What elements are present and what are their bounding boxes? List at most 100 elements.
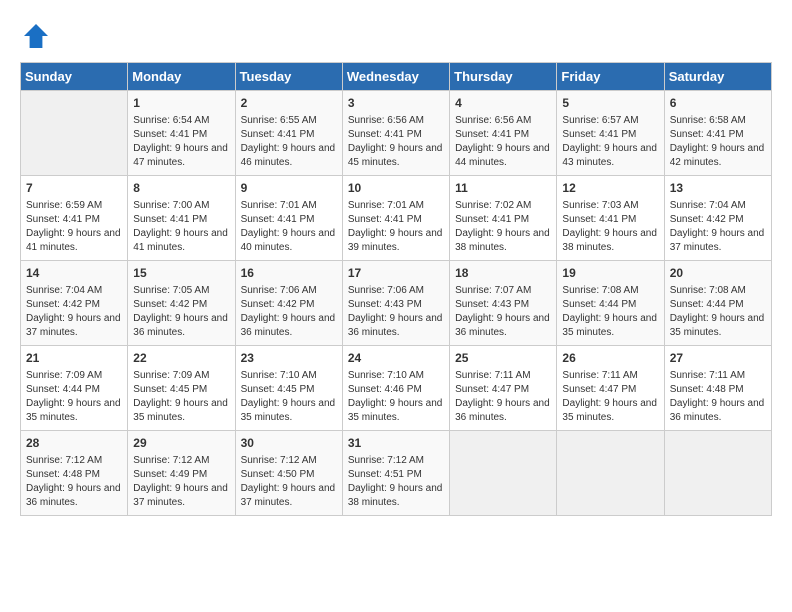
- day-info: Sunrise: 7:08 AM Sunset: 4:44 PM Dayligh…: [562, 284, 658, 340]
- day-number: 24: [348, 350, 444, 367]
- day-number: 23: [241, 350, 337, 367]
- day-info: Sunrise: 6:57 AM Sunset: 4:41 PM Dayligh…: [562, 114, 658, 170]
- day-info: Sunrise: 6:56 AM Sunset: 4:41 PM Dayligh…: [348, 114, 444, 170]
- calendar-cell: 6 Sunrise: 6:58 AM Sunset: 4:41 PM Daylig…: [664, 91, 771, 176]
- calendar-week-row: 14 Sunrise: 7:04 AM Sunset: 4:42 PM Dayli…: [21, 261, 772, 346]
- day-info: Sunrise: 7:04 AM Sunset: 4:42 PM Dayligh…: [26, 284, 122, 340]
- day-info: Sunrise: 7:01 AM Sunset: 4:41 PM Dayligh…: [241, 199, 337, 255]
- calendar-body: 1Sunrise: 6:54 AM Sunset: 4:41 PM Daylig…: [21, 91, 772, 516]
- weekday-header: Sunday: [21, 63, 128, 91]
- logo-icon: [20, 20, 52, 52]
- calendar-cell: 27 Sunrise: 7:11 AM Sunset: 4:48 PM Dayli…: [664, 346, 771, 431]
- calendar-cell: 19 Sunrise: 7:08 AM Sunset: 4:44 PM Dayli…: [557, 261, 664, 346]
- day-number: 19: [562, 265, 658, 282]
- calendar-cell: 5 Sunrise: 6:57 AM Sunset: 4:41 PM Daylig…: [557, 91, 664, 176]
- weekday-header: Thursday: [450, 63, 557, 91]
- day-info: Sunrise: 7:05 AM Sunset: 4:42 PM Dayligh…: [133, 284, 229, 340]
- calendar-cell: 26Sunrise: 7:11 AM Sunset: 4:47 PM Dayli…: [557, 346, 664, 431]
- calendar-cell: 18 Sunrise: 7:07 AM Sunset: 4:43 PM Dayli…: [450, 261, 557, 346]
- day-number: 16: [241, 265, 337, 282]
- day-number: 22: [133, 350, 229, 367]
- day-info: Sunrise: 7:00 AM Sunset: 4:41 PM Dayligh…: [133, 199, 229, 255]
- calendar-week-row: 7 Sunrise: 6:59 AM Sunset: 4:41 PM Daylig…: [21, 176, 772, 261]
- calendar-cell: [664, 431, 771, 516]
- calendar-cell: [21, 91, 128, 176]
- calendar-week-row: 1Sunrise: 6:54 AM Sunset: 4:41 PM Daylig…: [21, 91, 772, 176]
- calendar-cell: 3Sunrise: 6:56 AM Sunset: 4:41 PM Daylig…: [342, 91, 449, 176]
- day-info: Sunrise: 6:55 AM Sunset: 4:41 PM Dayligh…: [241, 114, 337, 170]
- calendar-cell: 20 Sunrise: 7:08 AM Sunset: 4:44 PM Dayli…: [664, 261, 771, 346]
- calendar-cell: 28 Sunrise: 7:12 AM Sunset: 4:48 PM Dayli…: [21, 431, 128, 516]
- day-info: Sunrise: 7:03 AM Sunset: 4:41 PM Dayligh…: [562, 199, 658, 255]
- calendar-cell: 11 Sunrise: 7:02 AM Sunset: 4:41 PM Dayli…: [450, 176, 557, 261]
- day-info: Sunrise: 7:06 AM Sunset: 4:42 PM Dayligh…: [241, 284, 337, 340]
- day-info: Sunrise: 7:01 AM Sunset: 4:41 PM Dayligh…: [348, 199, 444, 255]
- day-number: 2: [241, 95, 337, 112]
- logo: [20, 20, 56, 52]
- calendar-cell: 25Sunrise: 7:11 AM Sunset: 4:47 PM Dayli…: [450, 346, 557, 431]
- day-number: 27: [670, 350, 766, 367]
- day-info: Sunrise: 7:12 AM Sunset: 4:48 PM Dayligh…: [26, 454, 122, 510]
- day-number: 10: [348, 180, 444, 197]
- day-info: Sunrise: 7:08 AM Sunset: 4:44 PM Dayligh…: [670, 284, 766, 340]
- day-info: Sunrise: 7:10 AM Sunset: 4:45 PM Dayligh…: [241, 369, 337, 425]
- calendar-cell: [557, 431, 664, 516]
- day-number: 14: [26, 265, 122, 282]
- calendar-cell: 4 Sunrise: 6:56 AM Sunset: 4:41 PM Daylig…: [450, 91, 557, 176]
- day-info: Sunrise: 7:02 AM Sunset: 4:41 PM Dayligh…: [455, 199, 551, 255]
- calendar-cell: 24Sunrise: 7:10 AM Sunset: 4:46 PM Dayli…: [342, 346, 449, 431]
- day-info: Sunrise: 7:11 AM Sunset: 4:48 PM Dayligh…: [670, 369, 766, 425]
- day-number: 4: [455, 95, 551, 112]
- weekday-header: Monday: [128, 63, 235, 91]
- calendar-cell: 17Sunrise: 7:06 AM Sunset: 4:43 PM Dayli…: [342, 261, 449, 346]
- calendar-cell: 13 Sunrise: 7:04 AM Sunset: 4:42 PM Dayli…: [664, 176, 771, 261]
- calendar-cell: 15Sunrise: 7:05 AM Sunset: 4:42 PM Dayli…: [128, 261, 235, 346]
- calendar-cell: 23 Sunrise: 7:10 AM Sunset: 4:45 PM Dayli…: [235, 346, 342, 431]
- day-number: 12: [562, 180, 658, 197]
- calendar-cell: 7 Sunrise: 6:59 AM Sunset: 4:41 PM Daylig…: [21, 176, 128, 261]
- day-number: 6: [670, 95, 766, 112]
- day-number: 8: [133, 180, 229, 197]
- day-number: 13: [670, 180, 766, 197]
- calendar-cell: 22 Sunrise: 7:09 AM Sunset: 4:45 PM Dayli…: [128, 346, 235, 431]
- weekday-header: Saturday: [664, 63, 771, 91]
- day-number: 1: [133, 95, 229, 112]
- day-number: 11: [455, 180, 551, 197]
- calendar-cell: 30Sunrise: 7:12 AM Sunset: 4:50 PM Dayli…: [235, 431, 342, 516]
- day-info: Sunrise: 6:56 AM Sunset: 4:41 PM Dayligh…: [455, 114, 551, 170]
- day-info: Sunrise: 7:12 AM Sunset: 4:49 PM Dayligh…: [133, 454, 229, 510]
- day-info: Sunrise: 6:58 AM Sunset: 4:41 PM Dayligh…: [670, 114, 766, 170]
- day-number: 20: [670, 265, 766, 282]
- calendar-header: SundayMondayTuesdayWednesdayThursdayFrid…: [21, 63, 772, 91]
- day-number: 29: [133, 435, 229, 452]
- calendar-cell: 8 Sunrise: 7:00 AM Sunset: 4:41 PM Daylig…: [128, 176, 235, 261]
- day-number: 5: [562, 95, 658, 112]
- day-number: 9: [241, 180, 337, 197]
- day-info: Sunrise: 7:07 AM Sunset: 4:43 PM Dayligh…: [455, 284, 551, 340]
- calendar-cell: 14 Sunrise: 7:04 AM Sunset: 4:42 PM Dayli…: [21, 261, 128, 346]
- day-info: Sunrise: 7:11 AM Sunset: 4:47 PM Dayligh…: [455, 369, 551, 425]
- day-info: Sunrise: 7:09 AM Sunset: 4:45 PM Dayligh…: [133, 369, 229, 425]
- day-info: Sunrise: 7:11 AM Sunset: 4:47 PM Dayligh…: [562, 369, 658, 425]
- day-info: Sunrise: 6:59 AM Sunset: 4:41 PM Dayligh…: [26, 199, 122, 255]
- page-header: [20, 20, 772, 52]
- day-info: Sunrise: 7:12 AM Sunset: 4:51 PM Dayligh…: [348, 454, 444, 510]
- weekday-header: Wednesday: [342, 63, 449, 91]
- calendar-cell: 2 Sunrise: 6:55 AM Sunset: 4:41 PM Daylig…: [235, 91, 342, 176]
- weekday-header: Friday: [557, 63, 664, 91]
- day-number: 7: [26, 180, 122, 197]
- calendar-table: SundayMondayTuesdayWednesdayThursdayFrid…: [20, 62, 772, 516]
- calendar-week-row: 28 Sunrise: 7:12 AM Sunset: 4:48 PM Dayli…: [21, 431, 772, 516]
- calendar-cell: 21Sunrise: 7:09 AM Sunset: 4:44 PM Dayli…: [21, 346, 128, 431]
- day-info: Sunrise: 7:04 AM Sunset: 4:42 PM Dayligh…: [670, 199, 766, 255]
- day-number: 21: [26, 350, 122, 367]
- calendar-cell: 29 Sunrise: 7:12 AM Sunset: 4:49 PM Dayli…: [128, 431, 235, 516]
- calendar-cell: 1Sunrise: 6:54 AM Sunset: 4:41 PM Daylig…: [128, 91, 235, 176]
- day-number: 28: [26, 435, 122, 452]
- calendar-cell: 9 Sunrise: 7:01 AM Sunset: 4:41 PM Daylig…: [235, 176, 342, 261]
- calendar-cell: [450, 431, 557, 516]
- day-number: 18: [455, 265, 551, 282]
- day-number: 17: [348, 265, 444, 282]
- calendar-cell: 16 Sunrise: 7:06 AM Sunset: 4:42 PM Dayli…: [235, 261, 342, 346]
- calendar-cell: 10 Sunrise: 7:01 AM Sunset: 4:41 PM Dayli…: [342, 176, 449, 261]
